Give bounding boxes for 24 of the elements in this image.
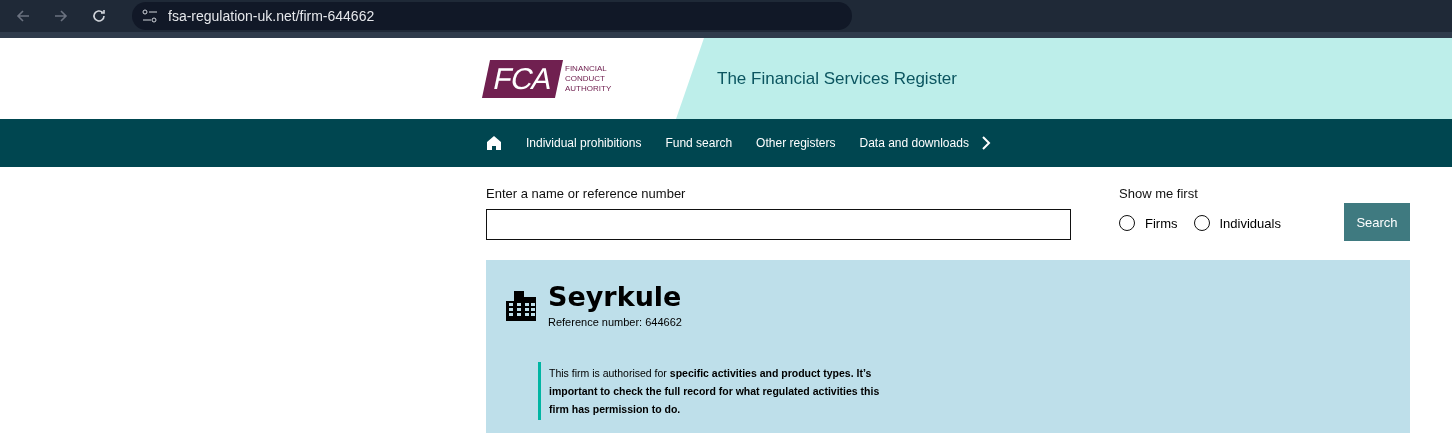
- register-title: The Financial Services Register: [717, 68, 957, 89]
- radio-button[interactable]: [1193, 215, 1210, 231]
- nav-link[interactable]: Individual prohibitions: [526, 136, 642, 150]
- logo-text: FINANCIAL CONDUCT AUTHORITY: [565, 63, 612, 94]
- reference-number: Reference number: 644662: [548, 316, 682, 328]
- home-icon[interactable]: [486, 135, 502, 151]
- nav-link[interactable]: Data and downloads: [859, 136, 969, 150]
- search-label: Enter a name or reference number: [486, 186, 687, 201]
- notice-text: This firm is authorised for specific activities and product types. It’s important to check the full record for what regulated activities this firm has permission to do.: [538, 362, 885, 420]
- radio-option[interactable]: Firms: [1119, 215, 1178, 231]
- radio-button[interactable]: [1119, 215, 1135, 231]
- url-text: fsa-regulation-uk.net/firm-644662: [168, 8, 375, 24]
- show-first-label: Show me first: [1119, 186, 1199, 201]
- radio-option[interactable]: Individuals: [1193, 215, 1281, 231]
- site-settings-icon[interactable]: [142, 9, 158, 23]
- search-button[interactable]: Search: [1344, 203, 1410, 241]
- nav-link[interactable]: Fund search: [665, 136, 733, 150]
- address-bar[interactable]: fsa-regulation-uk.net/firm-644662: [132, 2, 852, 30]
- chevron-right-icon[interactable]: [980, 136, 991, 150]
- reload-icon[interactable]: [90, 7, 108, 25]
- logo-mark: FCA: [481, 59, 564, 98]
- firm-name: Seyrkule: [548, 282, 682, 312]
- nav-link[interactable]: Other registers: [756, 136, 836, 150]
- search-field[interactable]: [486, 209, 1071, 240]
